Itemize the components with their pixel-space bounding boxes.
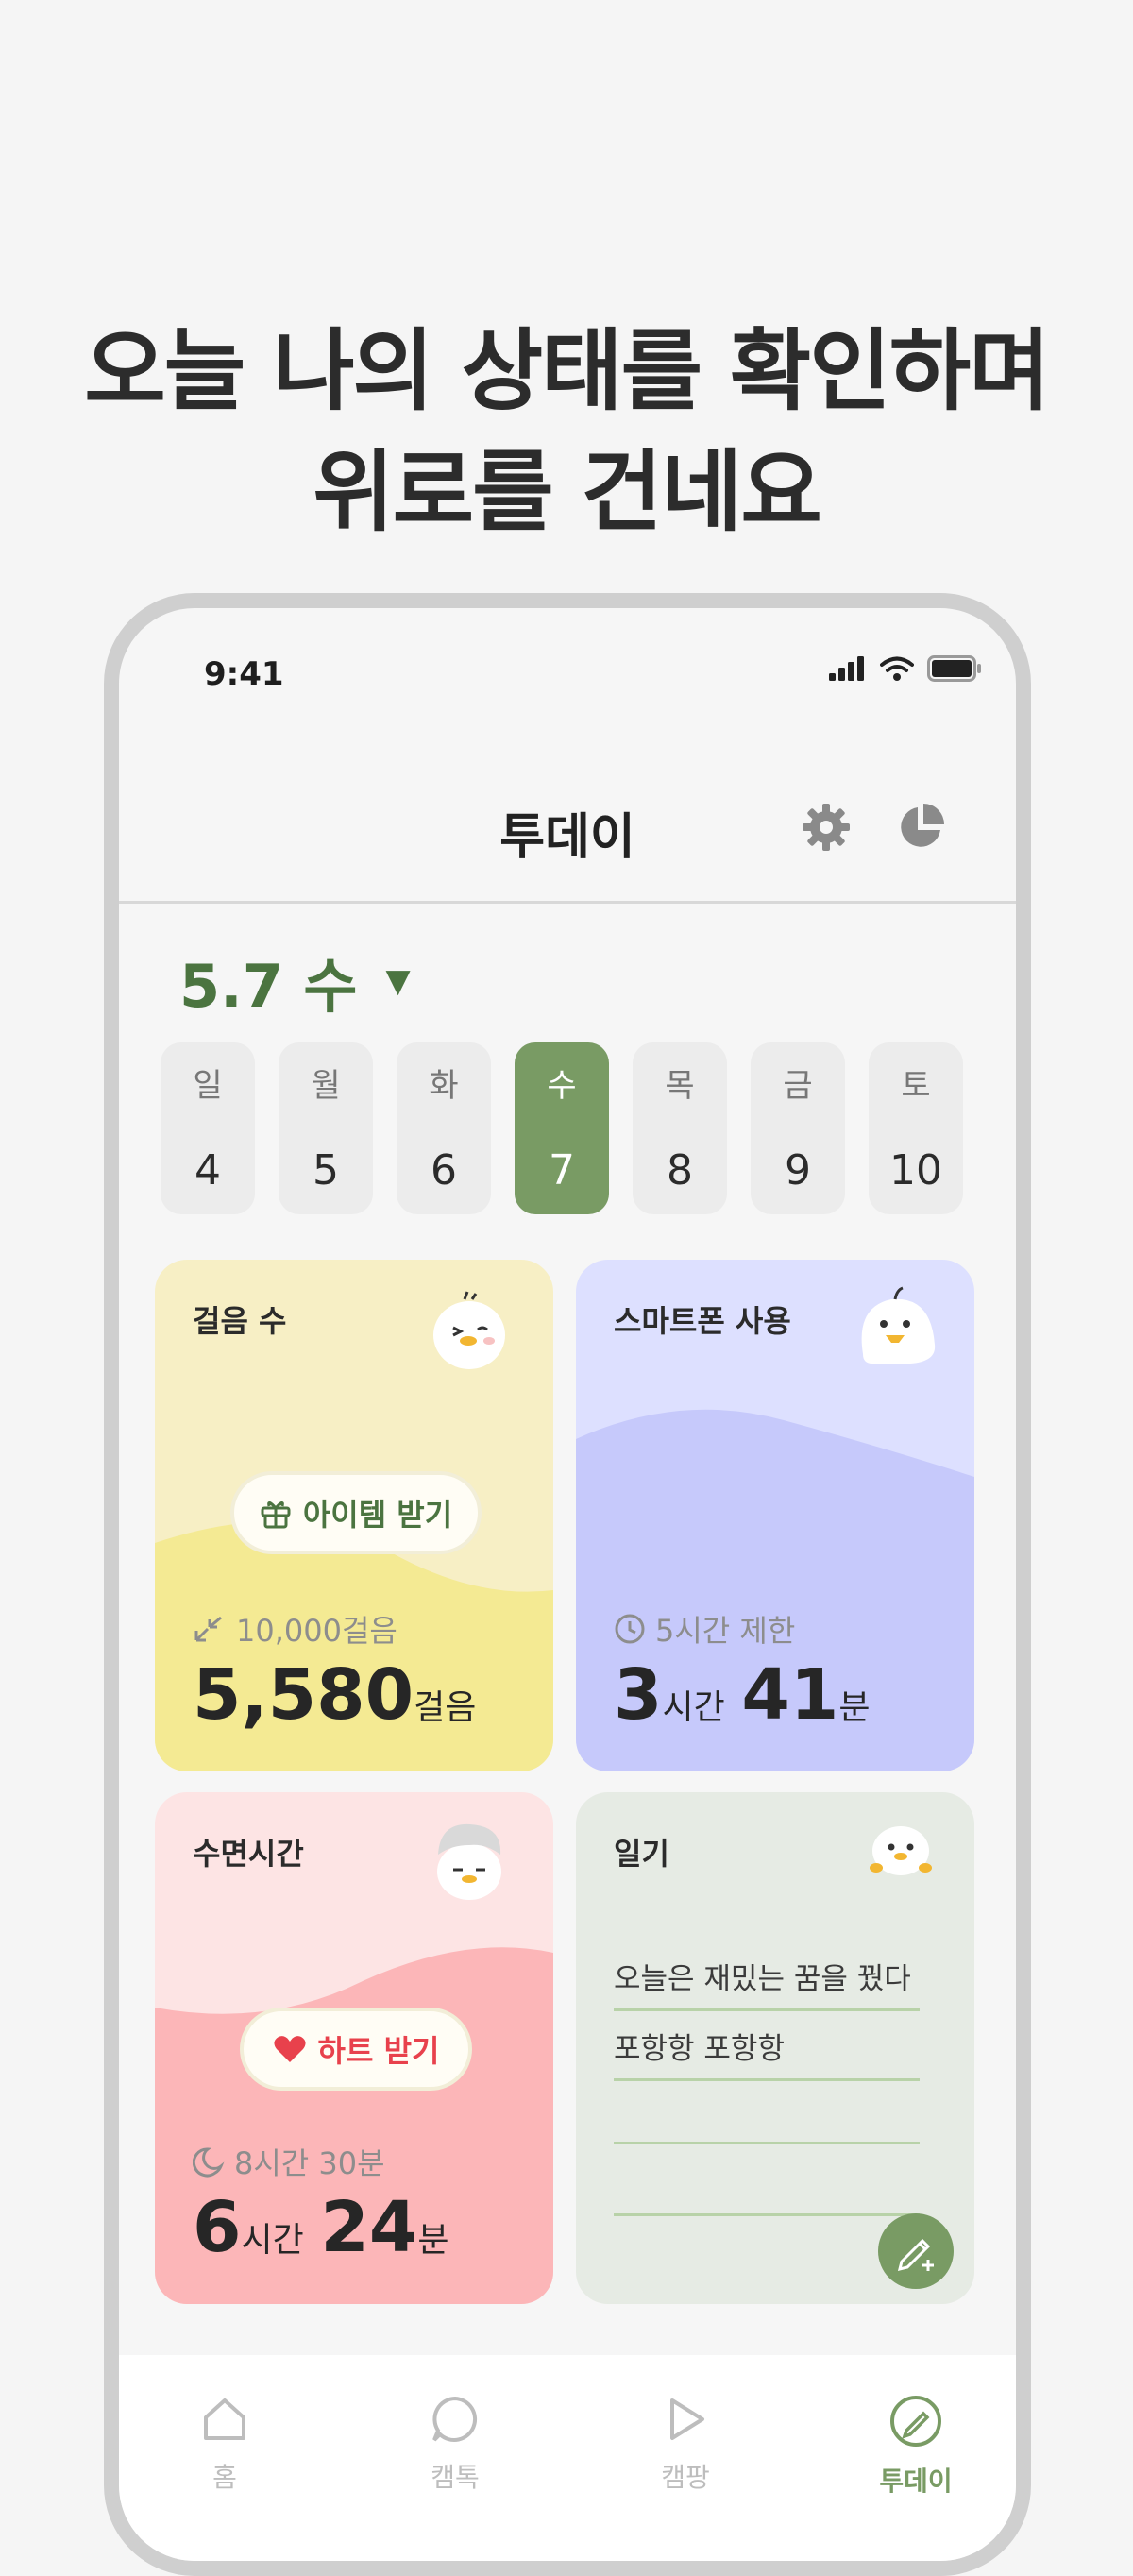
duck-mascot-icon <box>861 1286 936 1364</box>
steps-goal: 10,000걸음 <box>193 1607 397 1651</box>
sleep-card[interactable]: 수면시간 하트 받기 8시간 30분 6시간 24분 <box>155 1792 553 2304</box>
weekday-label: 수 <box>547 1067 577 1105</box>
diary-line-4 <box>614 2168 920 2216</box>
week-strip: 일4 월5 화6 수7 목8 금9 토 10 <box>161 1042 963 1214</box>
home-icon <box>204 2398 245 2440</box>
steps-count: 5,580 <box>193 1654 414 1736</box>
card-title: 스마트폰 사용 <box>614 1303 791 1339</box>
diary-line-3 <box>614 2096 920 2144</box>
tab-today[interactable]: 투데이 <box>859 2393 972 2499</box>
signal-icon <box>829 656 864 681</box>
write-diary-button[interactable] <box>878 2213 954 2289</box>
day-thu[interactable]: 목8 <box>633 1042 727 1214</box>
day-sat[interactable]: 토 10 <box>869 1042 963 1214</box>
pie-chart-icon[interactable] <box>895 802 946 853</box>
day-mon[interactable]: 월5 <box>279 1042 373 1214</box>
tab-label: 홈 <box>212 2462 237 2493</box>
tab-label: 캠톡 <box>431 2462 480 2493</box>
day-number: 9 <box>785 1146 811 1195</box>
date-selector[interactable]: 5.7 수 ▼ <box>179 939 411 1024</box>
phone-limit-text: 5시간 제한 <box>655 1613 796 1649</box>
shoe-steps-icon <box>194 1616 222 1642</box>
diary-line-2: 포항항 포항항 <box>614 2025 920 2081</box>
day-number: 5 <box>313 1146 339 1195</box>
weekday-label: 목 <box>665 1067 695 1105</box>
moon-icon <box>193 2147 225 2178</box>
edit-icon <box>890 2396 941 2447</box>
weekday-label: 일 <box>193 1067 223 1105</box>
get-item-label: 아이템 받기 <box>302 1497 453 1533</box>
get-item-button[interactable]: 아이템 받기 <box>230 1471 482 1554</box>
date-label: 5.7 수 <box>179 952 358 1021</box>
duck-winking-mascot-icon <box>433 1291 505 1369</box>
day-number: 10 <box>889 1146 942 1195</box>
play-icon <box>670 2398 704 2440</box>
headline-line-2: 위로를 건네요 <box>313 441 822 544</box>
day-sun[interactable]: 일4 <box>161 1042 255 1214</box>
header-divider <box>119 901 1016 904</box>
get-heart-button[interactable]: 하트 받기 <box>240 2008 472 2091</box>
steps-value: 5,580걸음 <box>193 1654 476 1736</box>
chat-icon <box>432 2396 478 2442</box>
phone-usage-card[interactable]: 스마트폰 사용 5시간 제한 3시간 41분 <box>576 1260 974 1771</box>
day-wed-selected[interactable]: 수7 <box>515 1042 609 1214</box>
heart-icon <box>273 2036 306 2062</box>
page-title: 투데이 <box>499 809 635 866</box>
day-number: 7 <box>549 1146 575 1195</box>
phone-hours-unit: 시간 <box>662 1688 725 1727</box>
steps-unit: 걸음 <box>414 1688 477 1727</box>
weekday-label: 월 <box>311 1067 341 1105</box>
status-icons <box>829 655 982 682</box>
phone-minutes: 41 <box>741 1654 839 1736</box>
weekday-label: 금 <box>783 1067 813 1105</box>
battery-icon <box>927 655 981 682</box>
sleep-minutes-unit: 분 <box>417 2221 449 2260</box>
headline: 오늘 나의 상태를 확인하며 위로를 건네요 <box>0 312 1133 553</box>
get-heart-label: 하트 받기 <box>317 2033 440 2069</box>
status-time: 9:41 <box>204 655 284 693</box>
phone-usage-value: 3시간 41분 <box>614 1654 870 1736</box>
caret-down-icon: ▼ <box>385 962 411 1000</box>
duck-sitting-mascot-icon <box>870 1826 932 1875</box>
day-number: 4 <box>194 1146 221 1195</box>
tab-label: 캠팡 <box>661 2462 710 2493</box>
diary-card[interactable]: 일기 오늘은 재밌는 꿈을 꿨다 포항항 포항항 <box>576 1792 974 2304</box>
sleep-hours: 6 <box>193 2187 242 2268</box>
wifi-icon <box>880 656 914 681</box>
phone-minutes-unit: 분 <box>838 1688 871 1727</box>
weekday-label: 화 <box>429 1067 459 1105</box>
tab-play[interactable]: 캠팡 <box>629 2393 742 2495</box>
sleep-goal-text: 8시간 30분 <box>234 2145 385 2181</box>
tab-label: 투데이 <box>879 2466 953 2497</box>
phone-hours: 3 <box>614 1654 663 1736</box>
clock-icon <box>615 1614 645 1644</box>
card-title: 걸음 수 <box>193 1303 287 1339</box>
sleeping-duck-mascot-icon <box>437 1823 501 1900</box>
tab-home[interactable]: 홈 <box>168 2393 281 2495</box>
card-title: 수면시간 <box>193 1836 304 1872</box>
diary-line-1: 오늘은 재밌는 꿈을 꿨다 <box>614 1955 920 2011</box>
phone-frame: 9:41 투데이 5.7 수 ▼ 일4 월5 화6 수7 목8 금 9 토 10… <box>104 593 1031 2576</box>
steps-goal-text: 10,000걸음 <box>236 1613 397 1649</box>
phone-limit: 5시간 제한 <box>614 1607 795 1651</box>
day-number: 8 <box>667 1146 693 1195</box>
day-fri[interactable]: 금9 <box>751 1042 845 1214</box>
sleep-goal: 8시간 30분 <box>193 2140 385 2183</box>
headline-line-1: 오늘 나의 상태를 확인하며 <box>84 320 1050 423</box>
sleep-value: 6시간 24분 <box>193 2187 448 2268</box>
card-title: 일기 <box>614 1836 669 1872</box>
weekday-label: 토 <box>901 1067 931 1105</box>
bottom-tab-bar: 홈 캠톡 캠팡 투데이 <box>119 2355 1016 2561</box>
steps-card[interactable]: 걸음 수 아이템 받기 10,000걸음 5,580걸음 <box>155 1260 553 1771</box>
day-number: 6 <box>431 1146 457 1195</box>
gift-icon <box>261 1501 291 1529</box>
pencil-plus-icon <box>897 2238 934 2272</box>
day-tue[interactable]: 화6 <box>397 1042 491 1214</box>
gear-icon[interactable] <box>801 802 852 853</box>
tab-chat[interactable]: 캠톡 <box>398 2393 512 2495</box>
sleep-minutes: 24 <box>320 2187 418 2268</box>
sleep-hours-unit: 시간 <box>241 2221 304 2260</box>
